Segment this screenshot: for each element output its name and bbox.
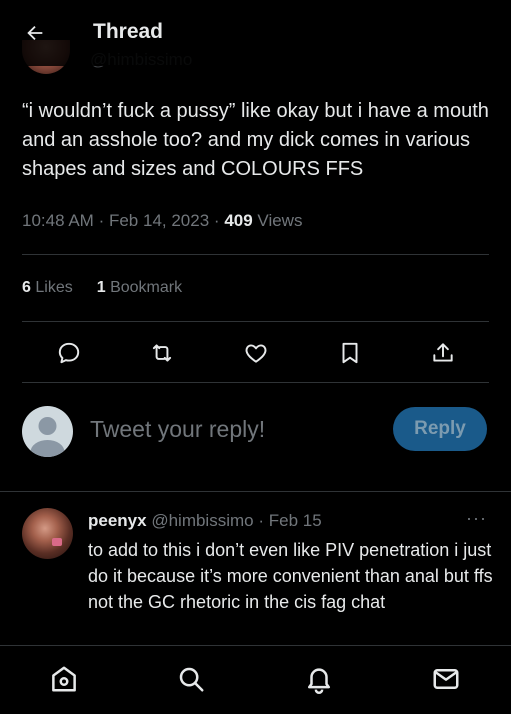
tweet-time[interactable]: 10:48 AM [22, 211, 94, 230]
divider [0, 491, 511, 492]
share-action-button[interactable] [429, 339, 457, 367]
likes-label: Likes [35, 279, 73, 296]
reply-author-handle[interactable]: @himbissimo [151, 511, 253, 530]
messages-icon [433, 669, 459, 689]
bookmark-action-button[interactable] [336, 339, 364, 367]
views-count: 409 [224, 211, 253, 230]
likes-count: 6 [22, 279, 31, 296]
bottom-navigation [0, 645, 511, 714]
nav-notifications[interactable] [304, 664, 334, 694]
reply-date[interactable]: Feb 15 [269, 511, 322, 530]
bookmark-icon [342, 342, 358, 364]
reply-header: peenyx @himbissimo · Feb 15 [88, 511, 322, 531]
like-icon [245, 344, 267, 363]
nav-home[interactable] [49, 664, 79, 694]
reply-author-name[interactable]: peenyx [88, 511, 147, 530]
nav-messages[interactable] [431, 664, 461, 694]
home-icon [52, 666, 76, 692]
share-icon [433, 343, 453, 362]
bookmarks-link[interactable]: 1 Bookmark [97, 279, 182, 296]
reply-author-avatar[interactable] [22, 508, 73, 559]
divider [22, 382, 489, 383]
retweet-icon [152, 344, 172, 362]
bookmarks-count: 1 [96, 279, 106, 296]
retweet-action-button[interactable] [148, 339, 176, 367]
meta-separator: · [258, 511, 265, 530]
reply-icon [58, 342, 80, 364]
views-label: Views [257, 211, 303, 230]
back-button[interactable] [22, 20, 48, 46]
nav-search[interactable] [176, 664, 206, 694]
tweet-text: “i wouldn’t fuck a pussy” like okay but … [22, 100, 489, 180]
arrow-left-icon [27, 25, 43, 41]
notifications-icon [308, 668, 330, 694]
reply-input[interactable]: Tweet your reply! [90, 416, 265, 443]
likes-link[interactable]: 6 Likes [22, 279, 73, 296]
default-avatar-icon [30, 417, 65, 457]
divider [22, 321, 489, 322]
reply-text: to add to this i don’t even like PIV pen… [88, 540, 493, 612]
tweet-date[interactable]: Feb 14, 2023 [109, 211, 209, 230]
engagement-stats: 6 Likes 1 Bookmark [22, 279, 182, 297]
divider [22, 254, 489, 255]
reply-action-button[interactable] [55, 339, 83, 367]
tweet-meta: 10:48 AM · Feb 14, 2023 · 409 Views [22, 211, 302, 231]
bookmarks-label: Bookmark [110, 279, 183, 296]
like-action-button[interactable] [242, 339, 270, 367]
page-title: Thread [93, 20, 164, 43]
reply-button[interactable]: Reply [393, 407, 487, 451]
meta-separator: · [213, 211, 220, 230]
meta-separator: · [98, 211, 105, 230]
more-options-icon[interactable]: ··· [466, 508, 487, 529]
user-avatar[interactable] [22, 406, 73, 457]
search-icon [179, 667, 204, 692]
header-bar: Thread [0, 0, 511, 66]
